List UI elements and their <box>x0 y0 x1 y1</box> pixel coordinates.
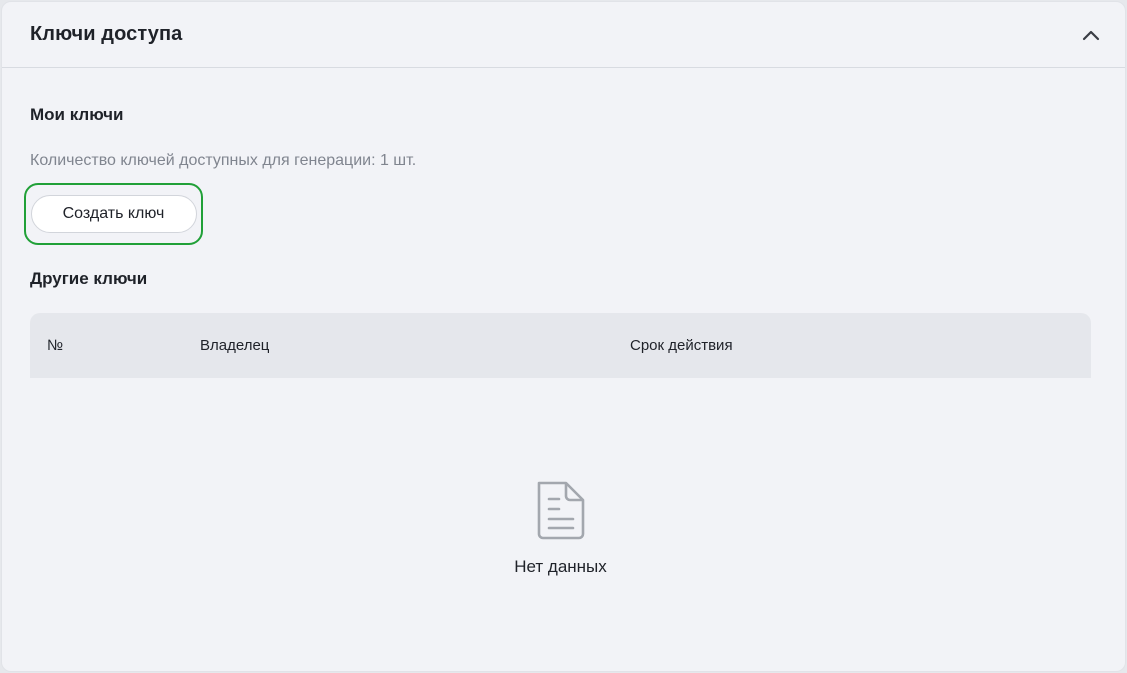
document-icon <box>533 479 589 546</box>
create-key-highlight: Создать ключ <box>24 183 203 245</box>
column-header-owner[interactable]: Владелец <box>200 337 269 354</box>
chevron-up-icon[interactable] <box>1077 21 1105 49</box>
other-keys-table: № Владелец Срок действия <box>30 313 1091 378</box>
other-keys-title: Другие ключи <box>30 269 148 288</box>
access-keys-panel: Ключи доступа Мои ключи Количество ключе… <box>1 1 1126 672</box>
column-header-number[interactable]: № <box>47 337 63 354</box>
key-quota-text: Количество ключей доступных для генераци… <box>30 152 417 169</box>
panel-header[interactable]: Ключи доступа <box>2 2 1125 68</box>
my-keys-title: Мои ключи <box>30 105 124 124</box>
empty-state-text: Нет данных <box>514 557 607 576</box>
column-header-expiry[interactable]: Срок действия <box>630 337 733 354</box>
table-header: № Владелец Срок действия <box>30 313 1091 378</box>
create-key-button[interactable]: Создать ключ <box>30 195 197 233</box>
empty-state: Нет данных <box>30 378 1091 638</box>
panel-title: Ключи доступа <box>30 23 183 45</box>
